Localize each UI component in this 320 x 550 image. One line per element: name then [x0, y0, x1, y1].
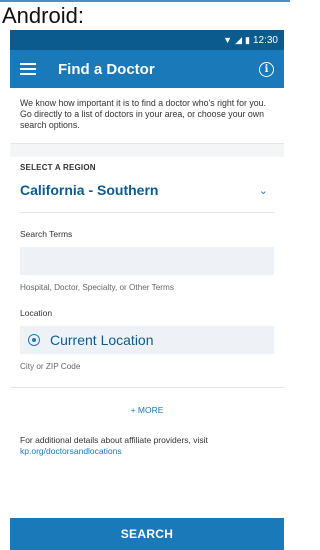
menu-icon[interactable] — [20, 63, 36, 75]
wifi-icon: ▼ — [223, 35, 233, 45]
region-section: SELECT A REGION California - Southern ⌄ — [10, 157, 284, 213]
search-terms-hint: Hospital, Doctor, Specialty, or Other Te… — [20, 283, 174, 292]
search-terms-field: Search Terms Hospital, Doctor, Specialty… — [10, 229, 284, 292]
location-target-icon — [28, 334, 40, 346]
intro-text: We know how important it is to find a do… — [10, 88, 284, 143]
location-hint: City or ZIP Code — [20, 362, 81, 371]
section-divider — [10, 143, 284, 157]
page-title: Find a Doctor — [58, 60, 155, 78]
region-value: California - Southern — [20, 182, 159, 198]
search-terms-label: Search Terms — [20, 229, 73, 239]
caption-label: Android: — [0, 0, 290, 30]
affiliate-note: For additional details about affiliate p… — [10, 435, 284, 457]
search-button[interactable]: SEARCH — [10, 518, 284, 550]
info-icon[interactable]: i — [259, 61, 274, 77]
divider — [10, 387, 284, 388]
status-time: 12:30 — [252, 34, 278, 46]
location-label: Location — [20, 308, 53, 318]
signal-icon: ◢ — [235, 35, 243, 45]
more-button[interactable]: + MORE — [10, 405, 284, 415]
affiliate-note-text: For additional details about affiliate p… — [20, 435, 208, 445]
app-bar: Find a Doctor i — [10, 50, 284, 88]
region-label: SELECT A REGION — [20, 163, 96, 172]
location-value: Current Location — [50, 332, 154, 348]
phone-screen: ▼ ◢ ▮ 12:30 Find a Doctor i We know how … — [10, 30, 284, 550]
battery-icon: ▮ — [245, 35, 250, 45]
location-field: Location Current Location City or ZIP Co… — [10, 308, 284, 371]
status-bar: ▼ ◢ ▮ 12:30 — [10, 30, 284, 50]
region-select[interactable]: California - Southern ⌄ — [20, 182, 274, 213]
chevron-down-icon: ⌄ — [258, 184, 268, 197]
search-terms-input[interactable] — [20, 247, 274, 275]
location-input[interactable]: Current Location — [20, 326, 274, 354]
affiliate-link[interactable]: kp.org/doctorsandlocations — [20, 446, 274, 457]
